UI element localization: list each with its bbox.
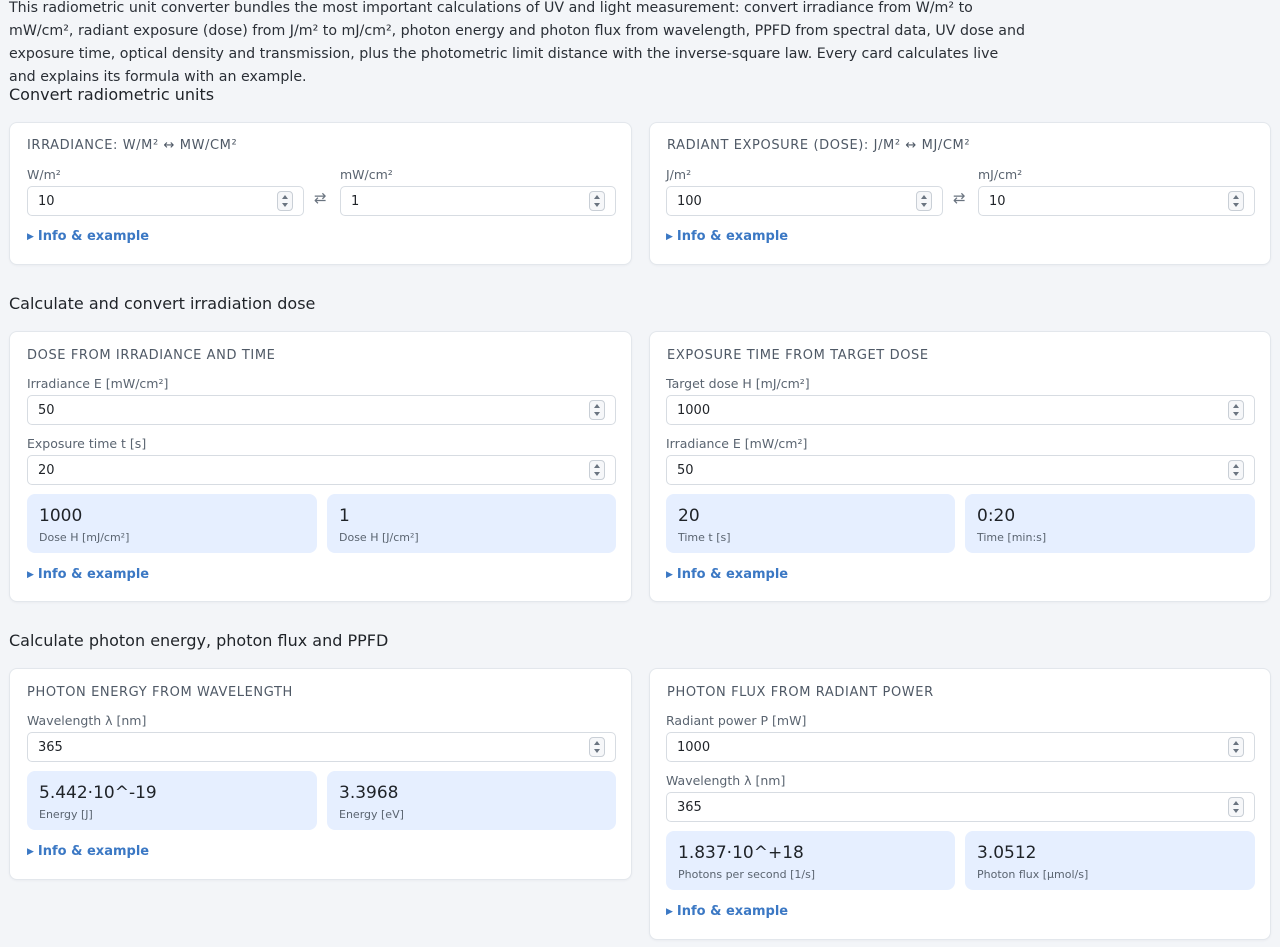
info-example-toggle[interactable]: ▶ Info & example xyxy=(27,567,149,582)
card-title: Exposure time from target dose xyxy=(667,348,929,363)
card-exposure-time: Exposure time from target dose Target do… xyxy=(649,331,1271,602)
result-value: 1000 xyxy=(39,506,83,526)
spinner-arrows-icon[interactable] xyxy=(1228,737,1244,757)
result-label: Dose H [J/cm²] xyxy=(339,531,419,544)
result-value: 3.3968 xyxy=(339,783,399,803)
spinner-arrows-icon[interactable] xyxy=(1228,400,1244,420)
swap-arrows-icon: ⇄ xyxy=(314,189,327,207)
result-photons-per-second: 1.837·10^+18 Photons per second [1/s] xyxy=(666,831,955,890)
card-photon-energy: Photon energy from wavelength Wavelength… xyxy=(9,668,632,880)
triangle-right-icon: ▶ xyxy=(27,232,34,242)
section-title-dose: Calculate and convert irradiation dose xyxy=(9,294,316,313)
result-label: Time [min:s] xyxy=(977,531,1047,544)
spinner-arrows-icon[interactable] xyxy=(589,460,605,480)
input-label-exposure-time: Exposure time t [s] xyxy=(27,436,147,451)
input-label-j-m2: J/m² xyxy=(666,167,692,182)
exposure-time-input[interactable] xyxy=(27,455,616,485)
input-label-mj-cm2: mJ/cm² xyxy=(978,167,1023,182)
intro-text: This radiometric unit converter bundles … xyxy=(9,0,1025,85)
spinner-arrows-icon[interactable] xyxy=(589,737,605,757)
card-title: Dose from irradiance and time xyxy=(27,348,276,363)
result-dose-mj-cm2: 1000 Dose H [mJ/cm²] xyxy=(27,494,317,553)
result-value: 5.442·10^-19 xyxy=(39,783,157,803)
result-time-min-s: 0:20 Time [min:s] xyxy=(965,494,1255,553)
triangle-right-icon: ▶ xyxy=(666,570,673,580)
result-photon-flux: 3.0512 Photon flux [µmol/s] xyxy=(965,831,1255,890)
card-radiant-exposure: Radiant exposure (dose): J/m² ↔ mJ/cm² J… xyxy=(649,122,1271,265)
card-title: Irradiance: W/m² ↔ mW/cm² xyxy=(27,138,238,153)
triangle-right-icon: ▶ xyxy=(666,232,673,242)
info-example-toggle[interactable]: ▶ Info & example xyxy=(27,229,149,244)
input-label-radiant-power: Radiant power P [mW] xyxy=(666,713,807,728)
target-dose-input[interactable] xyxy=(666,395,1255,425)
triangle-right-icon: ▶ xyxy=(27,570,34,580)
triangle-right-icon: ▶ xyxy=(27,847,34,857)
input-label-mw-cm2: mW/cm² xyxy=(340,167,393,182)
input-label-wavelength: Wavelength λ [nm] xyxy=(666,773,786,788)
section-title-photon: Calculate photon energy, photon flux and… xyxy=(9,631,389,650)
result-label: Photon flux [µmol/s] xyxy=(977,868,1089,881)
result-value: 20 xyxy=(678,506,700,526)
w-m2-input[interactable] xyxy=(27,186,304,216)
result-value: 1 xyxy=(339,506,350,526)
wavelength-input[interactable] xyxy=(27,732,616,762)
spinner-arrows-icon[interactable] xyxy=(1228,797,1244,817)
result-energy-ev: 3.3968 Energy [eV] xyxy=(327,771,616,830)
wavelength-input[interactable] xyxy=(666,792,1255,822)
result-value: 3.0512 xyxy=(977,843,1037,863)
irradiance-input[interactable] xyxy=(27,395,616,425)
result-energy-j: 5.442·10^-19 Energy [J] xyxy=(27,771,317,830)
spinner-arrows-icon[interactable] xyxy=(916,191,932,211)
info-example-toggle[interactable]: ▶ Info & example xyxy=(666,567,788,582)
result-value: 0:20 xyxy=(977,506,1016,526)
input-label-target-dose: Target dose H [mJ/cm²] xyxy=(666,376,810,391)
result-time-s: 20 Time t [s] xyxy=(666,494,955,553)
info-example-toggle[interactable]: ▶ Info & example xyxy=(666,229,788,244)
result-label: Time t [s] xyxy=(678,531,731,544)
input-label-irradiance: Irradiance E [mW/cm²] xyxy=(666,436,808,451)
section-title-convert: Convert radiometric units xyxy=(9,85,215,104)
spinner-arrows-icon[interactable] xyxy=(1228,460,1244,480)
info-example-toggle[interactable]: ▶ Info & example xyxy=(666,904,788,919)
triangle-right-icon: ▶ xyxy=(666,907,673,917)
card-photon-flux: Photon flux from radiant power Radiant p… xyxy=(649,668,1271,940)
input-label-w-m2: W/m² xyxy=(27,167,61,182)
swap-arrows-icon: ⇄ xyxy=(953,189,966,207)
irradiance-input[interactable] xyxy=(666,455,1255,485)
card-title: Photon flux from radiant power xyxy=(667,685,934,700)
result-label: Dose H [mJ/cm²] xyxy=(39,531,130,544)
input-label-wavelength: Wavelength λ [nm] xyxy=(27,713,147,728)
mj-cm2-input[interactable] xyxy=(978,186,1255,216)
result-label: Photons per second [1/s] xyxy=(678,868,816,881)
result-label: Energy [J] xyxy=(39,808,93,821)
mw-cm2-input[interactable] xyxy=(340,186,616,216)
card-dose-from-irradiance: Dose from irradiance and time Irradiance… xyxy=(9,331,632,602)
info-example-toggle[interactable]: ▶ Info & example xyxy=(27,844,149,859)
spinner-arrows-icon[interactable] xyxy=(1228,191,1244,211)
result-value: 1.837·10^+18 xyxy=(678,843,804,863)
spinner-arrows-icon[interactable] xyxy=(589,400,605,420)
result-label: Energy [eV] xyxy=(339,808,404,821)
input-label-irradiance: Irradiance E [mW/cm²] xyxy=(27,376,169,391)
j-m2-input[interactable] xyxy=(666,186,943,216)
card-title: Radiant exposure (dose): J/m² ↔ mJ/cm² xyxy=(667,138,971,153)
spinner-arrows-icon[interactable] xyxy=(277,191,293,211)
card-irradiance: Irradiance: W/m² ↔ mW/cm² W/m² ⇄ mW/cm² … xyxy=(9,122,632,265)
radiant-power-input[interactable] xyxy=(666,732,1255,762)
spinner-arrows-icon[interactable] xyxy=(589,191,605,211)
result-dose-j-cm2: 1 Dose H [J/cm²] xyxy=(327,494,616,553)
card-title: Photon energy from wavelength xyxy=(27,685,293,700)
